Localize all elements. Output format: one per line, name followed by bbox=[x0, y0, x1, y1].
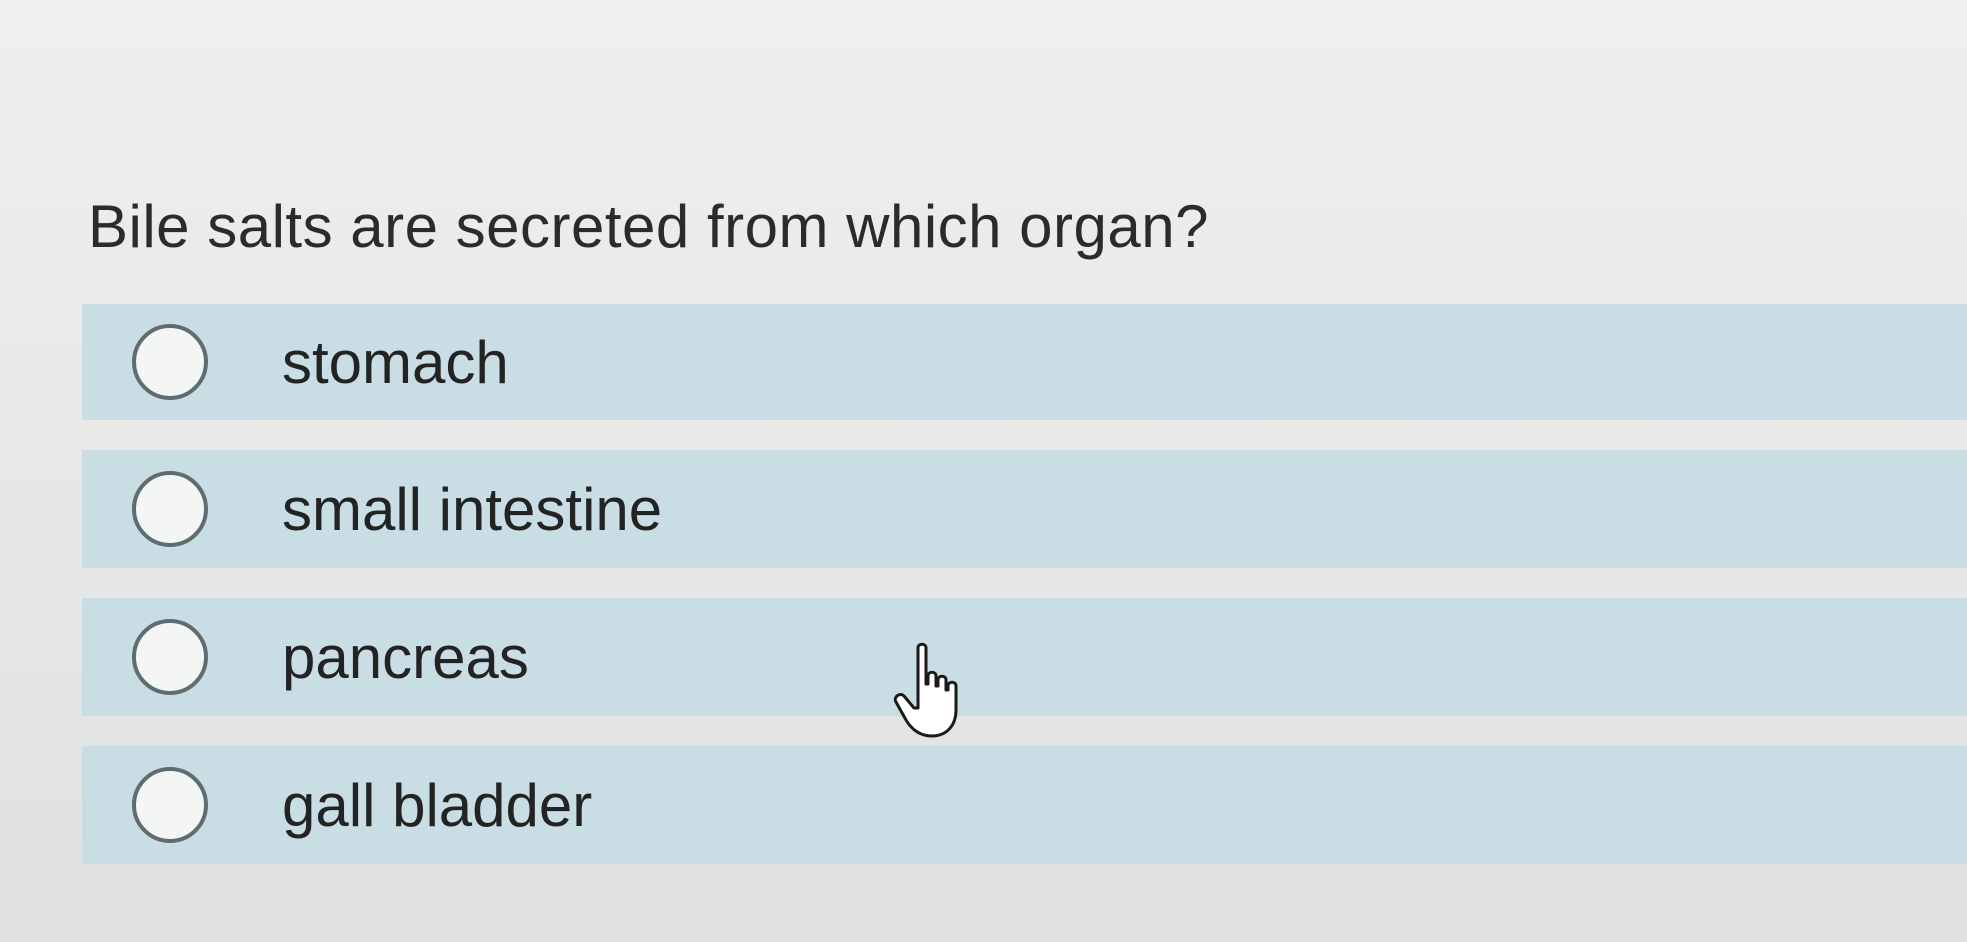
radio-button[interactable] bbox=[132, 471, 208, 547]
quiz-screen: Bile salts are secreted from which organ… bbox=[0, 0, 1967, 942]
option-label: pancreas bbox=[282, 623, 529, 691]
option-pancreas[interactable]: pancreas bbox=[82, 598, 1967, 716]
option-stomach[interactable]: stomach bbox=[82, 304, 1967, 420]
radio-button[interactable] bbox=[132, 767, 208, 843]
option-label: gall bladder bbox=[282, 771, 593, 839]
option-label: small intestine bbox=[282, 475, 663, 543]
question-text: Bile salts are secreted from which organ… bbox=[88, 193, 1210, 260]
hand-pointer-icon bbox=[893, 642, 958, 738]
radio-button[interactable] bbox=[132, 619, 208, 695]
option-label: stomach bbox=[282, 328, 509, 396]
radio-button[interactable] bbox=[132, 324, 208, 400]
answer-options: stomach small intestine pancreas gall bl… bbox=[82, 298, 1967, 896]
option-small-intestine[interactable]: small intestine bbox=[82, 450, 1967, 568]
option-gall-bladder[interactable]: gall bladder bbox=[82, 746, 1967, 864]
